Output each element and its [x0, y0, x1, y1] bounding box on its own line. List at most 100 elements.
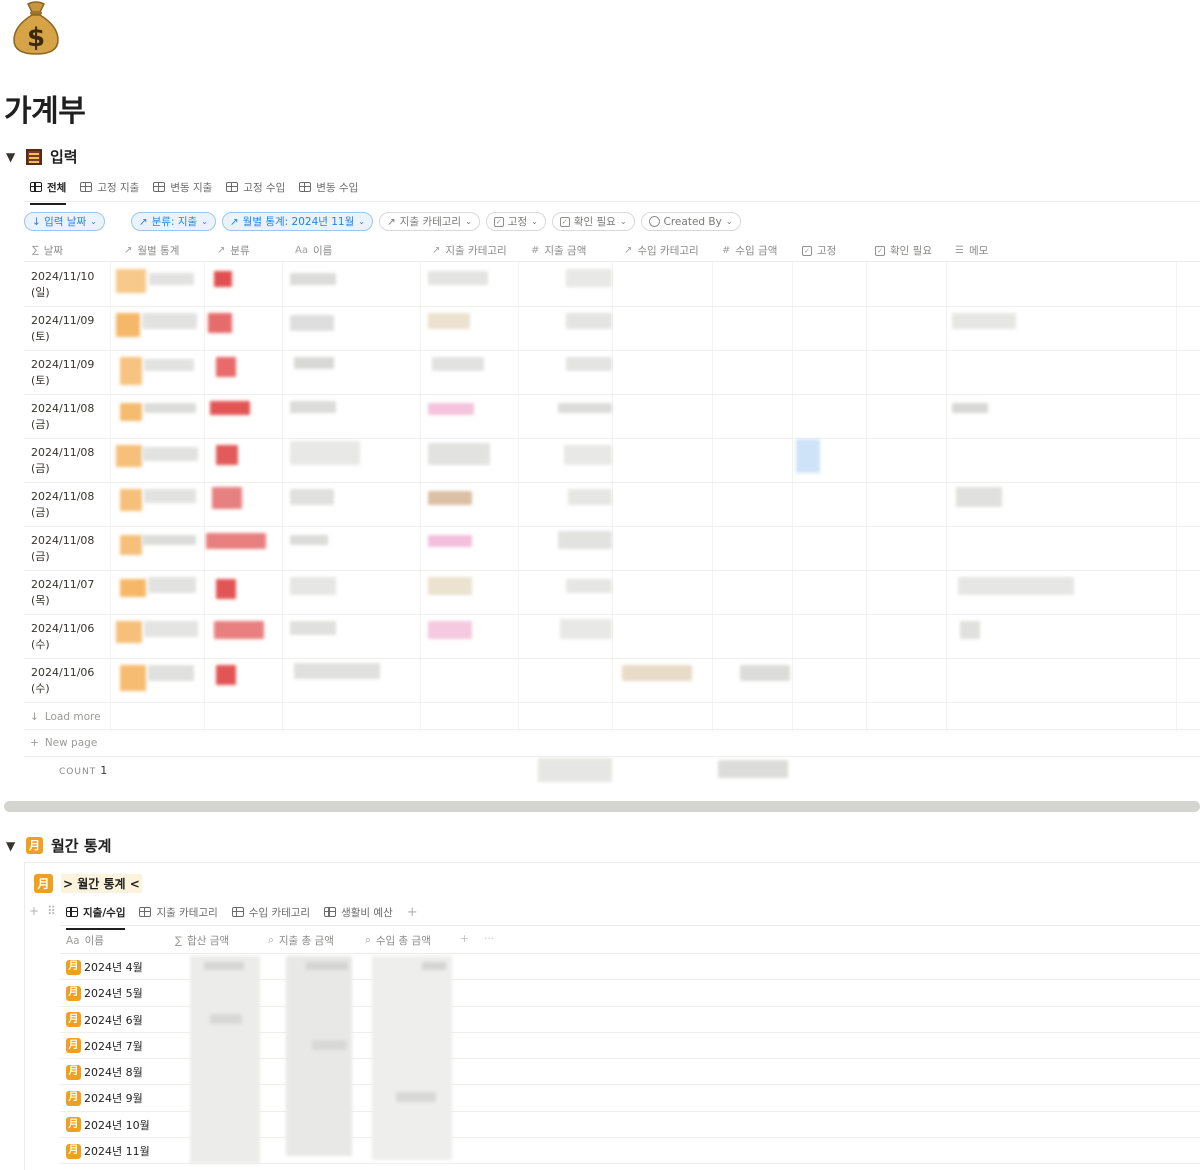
date-cell: 2024/11/06 (수)	[31, 622, 95, 651]
date-cell: 2024/11/10 (일)	[31, 270, 95, 299]
column-header-income-total[interactable]: ⌕ 수입 총 금액	[365, 933, 431, 948]
monthly-filter-chip[interactable]: ↗ 월별 통계: 2024년 11월 ⌄	[221, 212, 373, 231]
input-section-header[interactable]: ▼ 입력	[6, 146, 78, 167]
plus-icon: +	[460, 933, 469, 945]
sort-chip[interactable]: ↓ 입력 날짜 ⌄	[24, 212, 105, 231]
table-row[interactable]: 2024/11/08 (금)	[24, 483, 1200, 527]
load-more-button[interactable]: ↓ Load more	[30, 711, 101, 723]
table-row[interactable]: 2024/11/07 (목)	[24, 571, 1200, 615]
tab-all[interactable]: 전체	[30, 176, 67, 205]
column-header-check-needed[interactable]: ✓ 확인 필요	[875, 243, 932, 258]
monthly-section-header[interactable]: ▼ 月 월간 통계	[6, 835, 111, 856]
tab-divider	[24, 201, 1200, 202]
relation-arrow-icon: ↗	[229, 215, 239, 228]
filter-bar: ↓ 입력 날짜 ⌄ ↗ 분류: 지출 ⌄ ↗ 월별 통계: 2024년 11월 ⌄ ↗ 지출…	[24, 212, 741, 231]
column-header-sum[interactable]: ∑ 합산 금액	[175, 933, 229, 948]
table-row[interactable]: 2024/11/09 (토)	[24, 351, 1200, 395]
moon-calendar-icon: 月	[66, 1143, 81, 1159]
tab-living-budget[interactable]: 생활비 예산	[324, 901, 393, 923]
drag-handle[interactable]: + ⠿	[29, 904, 56, 918]
column-header-category[interactable]: ↗ 분류	[217, 243, 250, 258]
expense-category-filter-chip[interactable]: ↗ 지출 카테고리 ⌄	[378, 212, 480, 231]
moon-calendar-icon: 月	[66, 1038, 81, 1054]
column-header-name[interactable]: Aa 이름	[66, 933, 104, 948]
tab-expense-income[interactable]: 지출/수입	[66, 901, 126, 930]
table-icon	[66, 907, 78, 917]
chevron-down-icon: ⌄	[725, 217, 733, 226]
moon-calendar-icon: 月	[66, 959, 81, 975]
input-table-header: ∑ 날짜 ↗ 월별 통계 ↗ 분류 Aa 이름 ↗ 지출 카테고리 # 지출 금액 ↗ 수입 …	[24, 240, 1200, 262]
tab-expense-category[interactable]: 지출 카테고리	[139, 901, 218, 923]
column-header-income-category[interactable]: ↗ 수입 카테고리	[624, 243, 699, 258]
toggle-triangle-icon[interactable]: ▼	[6, 150, 18, 164]
table-row[interactable]: 2024/11/09 (토)	[24, 307, 1200, 351]
svg-text:$: $	[27, 23, 45, 53]
number-hash-icon: #	[531, 245, 540, 256]
tab-income-category[interactable]: 수입 카테고리	[231, 901, 310, 923]
text-aa-icon: Aa	[295, 245, 308, 256]
table-icon	[153, 182, 166, 192]
date-cell: 2024/11/06 (수)	[31, 666, 95, 695]
moon-calendar-icon: 月	[26, 837, 43, 854]
tab-fixed-expense[interactable]: 고정 지출	[80, 176, 139, 198]
moon-calendar-icon: 月	[66, 1064, 81, 1080]
table-icon	[30, 182, 42, 192]
column-header-name[interactable]: Aa 이름	[295, 243, 332, 258]
drag-dots-icon[interactable]: ⠿	[47, 904, 56, 918]
input-section-title: 입력	[50, 148, 78, 166]
column-header-expense-category[interactable]: ↗ 지출 카테고리	[432, 243, 507, 258]
chevron-down-icon: ⌄	[619, 217, 627, 226]
more-options-button[interactable]: ···	[484, 933, 494, 945]
table-row[interactable]: 2024/11/08 (금)	[24, 395, 1200, 439]
table-icon	[299, 182, 312, 192]
linked-database-title[interactable]: 月 > 월간 통계 <	[34, 874, 142, 893]
checkbox-icon: ✓	[493, 216, 504, 227]
plus-icon[interactable]: +	[29, 904, 39, 918]
table-icon	[226, 182, 239, 192]
number-hash-icon: #	[722, 245, 731, 256]
column-header-fixed[interactable]: ✓ 고정	[802, 243, 836, 258]
created-by-filter-chip[interactable]: Created By ⌄	[640, 212, 741, 231]
monthly-section-title: 월간 통계	[51, 837, 112, 855]
text-aa-icon: Aa	[66, 934, 80, 947]
input-table-rows: 2024/11/10 (일) 2024/11/09 (토) 2024/11/09…	[24, 263, 1200, 703]
count-summary[interactable]: COUNT 1	[59, 764, 107, 777]
search-icon: ⌕	[365, 934, 371, 946]
table-row[interactable]: 2024/11/06 (수)	[24, 615, 1200, 659]
column-header-memo[interactable]: ☰ 메모	[955, 243, 988, 258]
fixed-filter-chip[interactable]: ✓ 고정 ⌄	[485, 212, 546, 231]
relation-arrow-icon: ↗	[432, 245, 441, 256]
moon-calendar-icon: 月	[66, 985, 81, 1001]
table-icon	[324, 907, 337, 917]
table-row[interactable]: 2024/11/10 (일)	[24, 263, 1200, 307]
table-row[interactable]: 2024/11/08 (금)	[24, 527, 1200, 571]
relation-arrow-icon: ↗	[138, 215, 148, 228]
page-title: 가계부	[4, 94, 86, 129]
table-icon	[231, 907, 244, 917]
add-property-button[interactable]: +	[460, 933, 469, 945]
monthly-table-header: Aa 이름 ∑ 합산 금액 ⌕ 지출 총 금액 ⌕ 수입 총 금액 + ···	[60, 930, 1200, 954]
tab-variable-income[interactable]: 변동 수입	[299, 176, 358, 198]
table-icon	[80, 182, 93, 192]
add-view-button[interactable]: +	[407, 901, 418, 923]
column-header-income-amount[interactable]: # 수입 금액	[722, 243, 777, 258]
checkbox-icon: ✓	[875, 245, 885, 256]
check-needed-filter-chip[interactable]: ✓ 확인 필요 ⌄	[551, 212, 635, 231]
new-page-button[interactable]: + New page	[30, 737, 97, 749]
tab-variable-expense[interactable]: 변동 지출	[153, 176, 212, 198]
tab-fixed-income[interactable]: 고정 수입	[226, 176, 285, 198]
checkbox-icon: ✓	[559, 216, 570, 227]
column-header-date[interactable]: ∑ 날짜	[32, 243, 63, 258]
chevron-down-icon: ⌄	[90, 217, 97, 226]
horizontal-scrollbar[interactable]	[4, 801, 1200, 812]
input-view-tabs: 전체 고정 지출 변동 지출 고정 수입 변동 수입	[30, 176, 358, 205]
column-header-expense-amount[interactable]: # 지출 금액	[531, 243, 586, 258]
column-header-monthly-stats[interactable]: ↗ 월별 통계	[124, 243, 179, 258]
moon-calendar-icon: 月	[34, 874, 53, 893]
category-filter-chip[interactable]: ↗ 분류: 지출 ⌄	[130, 212, 216, 231]
text-lines-icon: ☰	[955, 245, 964, 256]
toggle-triangle-icon[interactable]: ▼	[6, 839, 18, 853]
table-row[interactable]: 2024/11/08 (금)	[24, 439, 1200, 483]
table-row[interactable]: 2024/11/06 (수)	[24, 659, 1200, 703]
column-header-expense-total[interactable]: ⌕ 지출 총 금액	[268, 933, 334, 948]
